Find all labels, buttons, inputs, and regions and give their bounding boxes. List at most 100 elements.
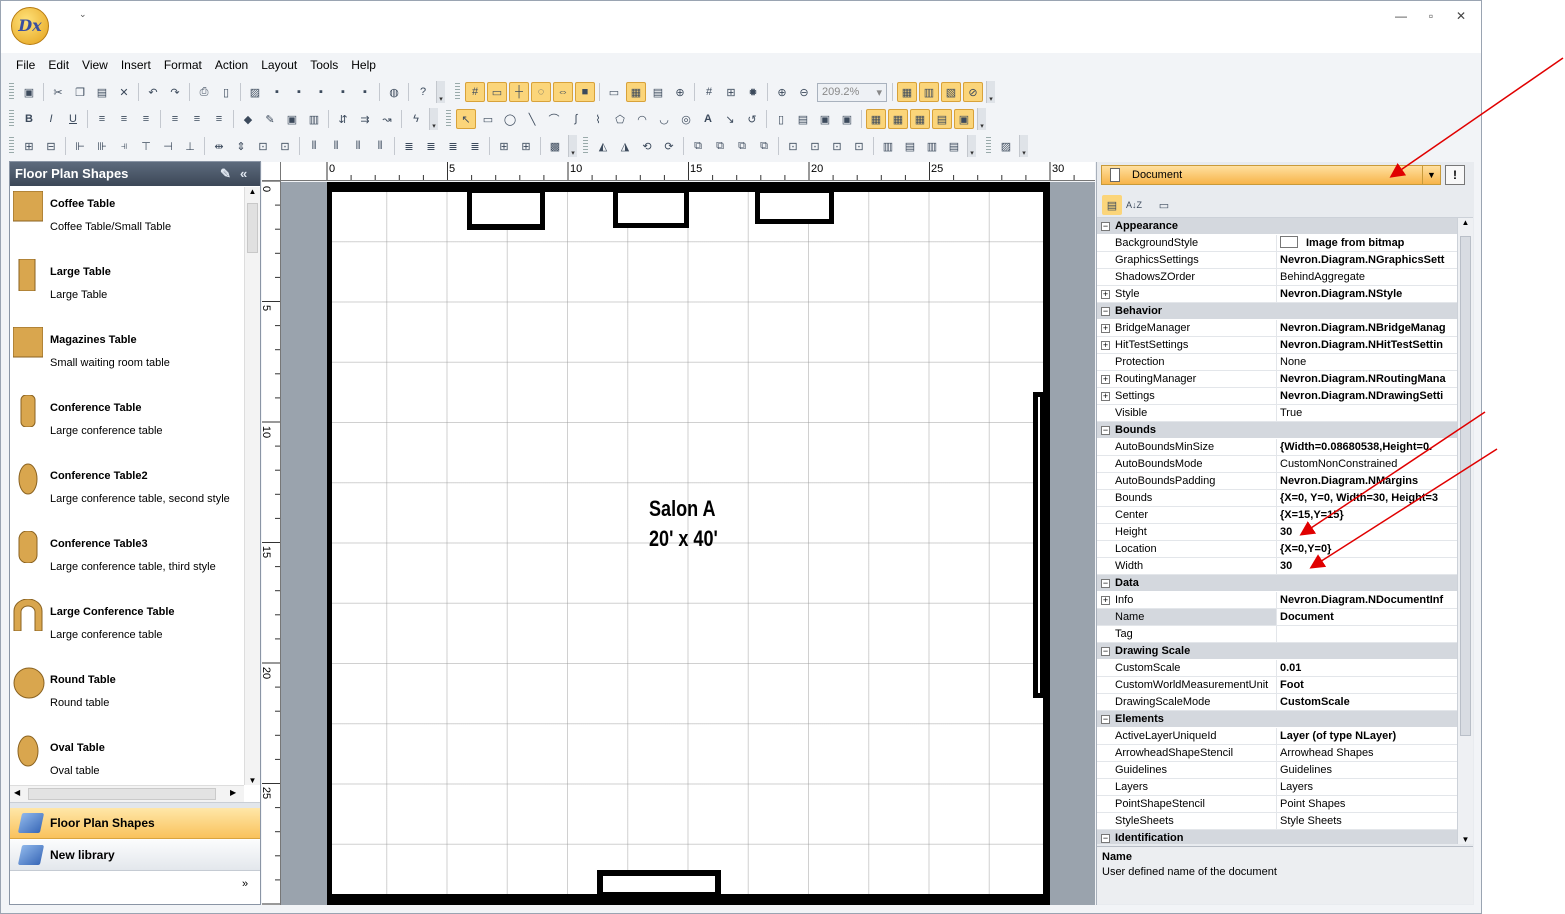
property-row[interactable]: Bounds {X=0, Y=0, Width=30, Height=3 xyxy=(1097,490,1457,507)
property-row[interactable]: Visible True xyxy=(1097,405,1457,422)
export-silverlight-icon[interactable]: ▪ xyxy=(333,82,353,102)
snap-icon[interactable]: ◌ xyxy=(531,82,551,102)
property-value[interactable]: Foot xyxy=(1277,677,1457,693)
property-row[interactable]: ActiveLayerUniqueId Layer (of type NLayer… xyxy=(1097,728,1457,745)
property-value[interactable]: Point Shapes xyxy=(1277,796,1457,812)
view-status-icon[interactable]: ▣ xyxy=(954,109,974,129)
view-pan-icon[interactable]: ▦ xyxy=(910,109,930,129)
scroll-left-icon[interactable]: ◀ xyxy=(14,788,20,797)
collapse-icon[interactable]: « xyxy=(240,162,247,186)
flip-h-icon[interactable]: ◭ xyxy=(593,136,613,156)
align-centers-icon[interactable]: ⊪ xyxy=(92,136,112,156)
scroll-right-icon[interactable]: ▶ xyxy=(230,788,236,797)
align-lefts-icon[interactable]: ⊩ xyxy=(70,136,90,156)
align-center-icon[interactable]: ≡ xyxy=(114,109,134,129)
globe-icon[interactable]: ◍ xyxy=(384,82,404,102)
property-row[interactable]: Tag xyxy=(1097,626,1457,643)
arc-tool-icon[interactable]: ⌒ xyxy=(544,109,564,129)
pointer-tool-icon[interactable]: ↖ xyxy=(456,109,476,129)
menu-view[interactable]: View xyxy=(75,57,114,75)
property-row[interactable]: ArrowheadShapeStencil Arrowhead Shapes xyxy=(1097,745,1457,762)
property-value[interactable]: Layers xyxy=(1277,779,1457,795)
view-properties-icon[interactable]: ▦ xyxy=(888,109,908,129)
property-value[interactable]: CustomScale xyxy=(1277,694,1457,710)
property-category[interactable]: − Behavior xyxy=(1097,303,1457,320)
toolbar-grip[interactable] xyxy=(986,137,991,155)
library-tab-new[interactable]: New library xyxy=(10,840,260,871)
dock-right-icon[interactable]: ▥ xyxy=(922,136,942,156)
property-row[interactable]: CustomScale 0.01 xyxy=(1097,660,1457,677)
bring-front-icon[interactable]: ⧉ xyxy=(688,136,708,156)
shape-item-conference-table[interactable]: Conference Table Large conference table xyxy=(10,391,244,459)
ruler-icon[interactable]: ▭ xyxy=(487,82,507,102)
toolbar-overflow[interactable]: ▾ xyxy=(429,108,438,130)
property-value[interactable]: Nevron.Diagram.NRoutingMana xyxy=(1277,371,1457,387)
property-value[interactable]: Nevron.Diagram.NMargins xyxy=(1277,473,1457,489)
rotate-left-icon[interactable]: ⟲ xyxy=(637,136,657,156)
toolbar-overflow[interactable]: ▾ xyxy=(986,81,995,103)
paste-icon[interactable]: ▤ xyxy=(92,82,112,102)
send-back-icon[interactable]: ⧉ xyxy=(710,136,730,156)
no-zoom-icon[interactable]: ⊘ xyxy=(963,82,983,102)
property-row[interactable]: + Info Nevron.Diagram.NDocumentInf xyxy=(1097,592,1457,609)
magnify-icon[interactable]: ⊕ xyxy=(670,82,690,102)
lasso-tool-icon[interactable]: ↺ xyxy=(742,109,762,129)
font-color-icon[interactable]: ▣ xyxy=(282,109,302,129)
view-library-icon[interactable]: ▦ xyxy=(866,109,886,129)
v-spacing-dec-icon[interactable]: ≣ xyxy=(443,136,463,156)
property-value[interactable]: Image from bitmap xyxy=(1277,235,1457,251)
align-bottom-icon[interactable]: ≡ xyxy=(209,109,229,129)
collapse-icon[interactable]: − xyxy=(1101,307,1110,316)
collapse-icon[interactable]: − xyxy=(1101,715,1110,724)
alphabetical-icon[interactable]: A↓Z xyxy=(1124,195,1144,215)
toolbar-grip[interactable] xyxy=(9,110,14,128)
shape-item-conference-table2[interactable]: Conference Table2 Large conference table… xyxy=(10,459,244,527)
line-color-icon[interactable]: ✎ xyxy=(260,109,280,129)
property-value[interactable]: Arrowhead Shapes xyxy=(1277,745,1457,761)
export-image-icon[interactable]: ▨ xyxy=(245,82,265,102)
shape-item-large-conference-table[interactable]: Large Conference Table Large conference … xyxy=(10,595,244,663)
undo-icon[interactable]: ↶ xyxy=(143,82,163,102)
hscroll-thumb[interactable] xyxy=(28,788,216,800)
h-spacing-dec-icon[interactable]: ⫴ xyxy=(348,136,368,156)
chevron-down-icon[interactable]: ▼ xyxy=(1422,166,1440,184)
zoom-in-icon[interactable]: ⊕ xyxy=(772,82,792,102)
vertical-ruler[interactable]: 0 5 10 15 20 25 xyxy=(262,181,281,905)
property-category[interactable]: − Data xyxy=(1097,575,1457,592)
app-logo[interactable]: Dx xyxy=(11,7,49,45)
save-icon[interactable]: ▣ xyxy=(19,82,39,102)
export-pdf-icon[interactable]: ▪ xyxy=(355,82,375,102)
h-spacing-remove-icon[interactable]: ⫴ xyxy=(370,136,390,156)
menu-edit[interactable]: Edit xyxy=(41,57,75,75)
property-row[interactable]: GraphicsSettings Nevron.Diagram.NGraphics… xyxy=(1097,252,1457,269)
property-category[interactable]: − Appearance xyxy=(1097,218,1457,235)
collapse-icon[interactable]: − xyxy=(1101,426,1110,435)
save-as-icon[interactable]: ▣ xyxy=(837,109,857,129)
menu-file[interactable]: File xyxy=(9,57,41,75)
closed-curve-tool-icon[interactable]: ◠ xyxy=(632,109,652,129)
quick-access-dropdown[interactable]: ⌄ xyxy=(79,9,87,20)
layout-layered-icon[interactable]: ⊡ xyxy=(805,136,825,156)
group-icon[interactable]: ▭ xyxy=(604,82,624,102)
expand-icon[interactable]: + xyxy=(1101,324,1110,333)
expand-icon[interactable]: + xyxy=(1101,596,1110,605)
shadow-icon[interactable]: ■ xyxy=(575,82,595,102)
shape-item-round-table[interactable]: Round Table Round table xyxy=(10,663,244,731)
library-options-icon[interactable]: ✎ xyxy=(220,162,231,186)
image-icon[interactable]: ▤ xyxy=(648,82,668,102)
room-label[interactable]: Salon A 20' x 40' xyxy=(649,494,718,554)
color-palette-icon[interactable]: ▩ xyxy=(545,136,565,156)
ungroup-shapes-icon[interactable]: ⊟ xyxy=(41,136,61,156)
copy-icon[interactable]: ❐ xyxy=(70,82,90,102)
h-spacing-inc-icon[interactable]: ⫴ xyxy=(326,136,346,156)
same-height-icon[interactable]: ⇕ xyxy=(231,136,251,156)
connector-style-icon[interactable]: ↝ xyxy=(377,109,397,129)
toolbar-grip[interactable] xyxy=(446,110,451,128)
property-row[interactable]: AutoBoundsMinSize {Width=0.08680538,Heigh… xyxy=(1097,439,1457,456)
property-value[interactable]: Document xyxy=(1277,609,1457,625)
shape-item-oval-table[interactable]: Oval Table Oval table xyxy=(10,731,244,785)
grid-icon[interactable]: # xyxy=(465,82,485,102)
property-row[interactable]: Height 30 xyxy=(1097,524,1457,541)
property-pages-icon[interactable]: ▭ xyxy=(1154,195,1174,215)
toolbar-overflow[interactable]: ▾ xyxy=(967,135,976,157)
